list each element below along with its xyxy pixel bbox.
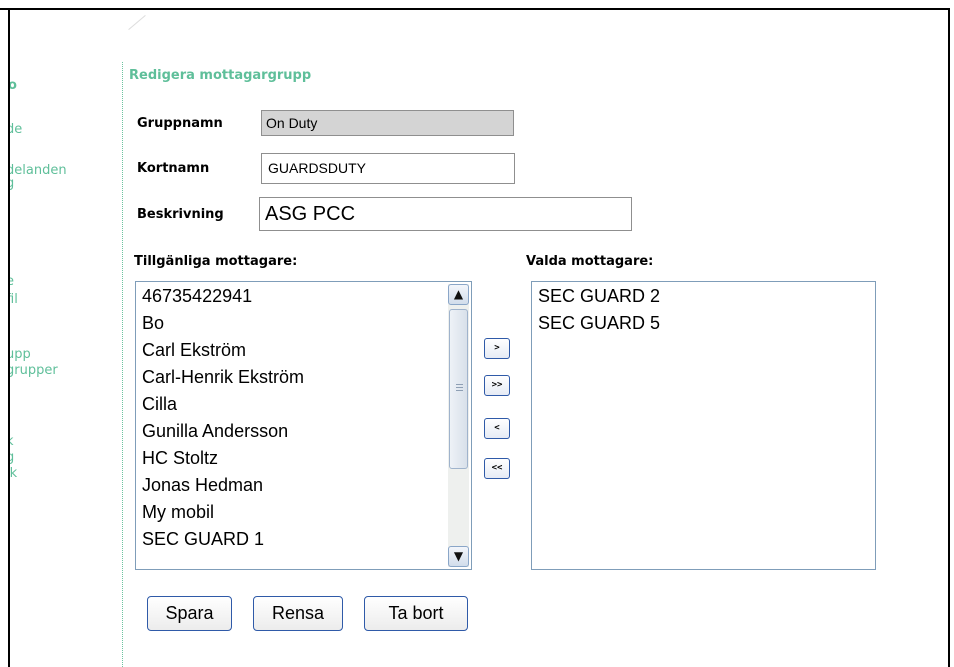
add-button[interactable]: > xyxy=(484,338,510,359)
nav-divider xyxy=(122,62,123,667)
list-option[interactable]: SEC GUARD 5 xyxy=(534,310,873,337)
delete-button[interactable]: Ta bort xyxy=(364,596,468,631)
nav-item-fragment[interactable]: g xyxy=(10,176,14,191)
nav-item-fragment[interactable]: grupper xyxy=(10,363,58,378)
list-option[interactable]: My mobil xyxy=(138,499,445,526)
nav-item-fragment[interactable]: k xyxy=(10,434,14,449)
nav-item-fragment[interactable]: upp xyxy=(10,347,31,362)
clear-button[interactable]: Rensa xyxy=(253,596,343,631)
frame-border-right xyxy=(948,8,950,667)
short-name-field[interactable]: GUARDSDUTY xyxy=(261,153,515,184)
left-navigation: o de delanden g e fil upp grupper k g ik xyxy=(10,0,122,667)
list-option[interactable]: HC Stoltz xyxy=(138,445,445,472)
save-button[interactable]: Spara xyxy=(147,596,232,631)
selected-recipients-list[interactable]: SEC GUARD 2 SEC GUARD 5 xyxy=(531,281,876,570)
nav-item-fragment[interactable]: delanden xyxy=(10,163,67,178)
remove-all-button[interactable]: << xyxy=(484,458,510,479)
available-recipients-label: Tillgänliga mottagare: xyxy=(134,254,298,269)
add-all-button[interactable]: >> xyxy=(484,375,510,396)
description-label: Beskrivning xyxy=(137,207,224,222)
list-option[interactable]: 46735422941 xyxy=(138,283,445,310)
grip-line xyxy=(456,387,463,388)
nav-item-fragment[interactable]: de xyxy=(10,122,22,137)
selected-options: SEC GUARD 2 SEC GUARD 5 xyxy=(534,283,873,337)
selected-recipients-label: Valda mottagare: xyxy=(526,254,654,269)
list-option[interactable]: Carl-Henrik Ekström xyxy=(138,364,445,391)
group-name-field[interactable]: On Duty xyxy=(261,110,514,136)
nav-item-fragment[interactable]: o xyxy=(10,78,17,93)
remove-button[interactable]: < xyxy=(484,418,510,439)
list-option[interactable]: Gunilla Andersson xyxy=(138,418,445,445)
list-option[interactable]: Jonas Hedman xyxy=(138,472,445,499)
list-option[interactable]: Cilla xyxy=(138,391,445,418)
list-option[interactable]: SEC GUARD 2 xyxy=(534,283,873,310)
nav-item-fragment[interactable]: ik xyxy=(10,466,17,481)
nav-item-fragment[interactable]: e xyxy=(10,274,14,289)
scrollbar-thumb[interactable] xyxy=(449,309,468,469)
grip-line xyxy=(456,384,463,385)
scroll-up-icon[interactable]: ▲ xyxy=(448,284,469,305)
nav-item-fragment[interactable]: fil xyxy=(10,292,18,307)
list-option[interactable]: Carl Ekström xyxy=(138,337,445,364)
list-option[interactable]: Bo xyxy=(138,310,445,337)
available-recipients-list[interactable]: 46735422941 Bo Carl Ekström Carl-Henrik … xyxy=(135,281,472,570)
vertical-scrollbar[interactable]: ▲ ▼ xyxy=(448,284,469,567)
short-name-label: Kortnamn xyxy=(137,161,210,176)
group-name-label: Gruppnamn xyxy=(137,116,223,131)
section-title: Redigera mottagargrupp xyxy=(129,68,312,83)
available-options: 46735422941 Bo Carl Ekström Carl-Henrik … xyxy=(138,283,445,553)
frame-border-top xyxy=(0,8,950,10)
scroll-down-icon[interactable]: ▼ xyxy=(448,546,469,567)
description-field[interactable]: ASG PCC xyxy=(259,197,632,231)
nav-item-fragment[interactable]: g xyxy=(10,450,14,465)
grip-line xyxy=(456,390,463,391)
list-option[interactable]: SEC GUARD 1 xyxy=(138,526,445,553)
